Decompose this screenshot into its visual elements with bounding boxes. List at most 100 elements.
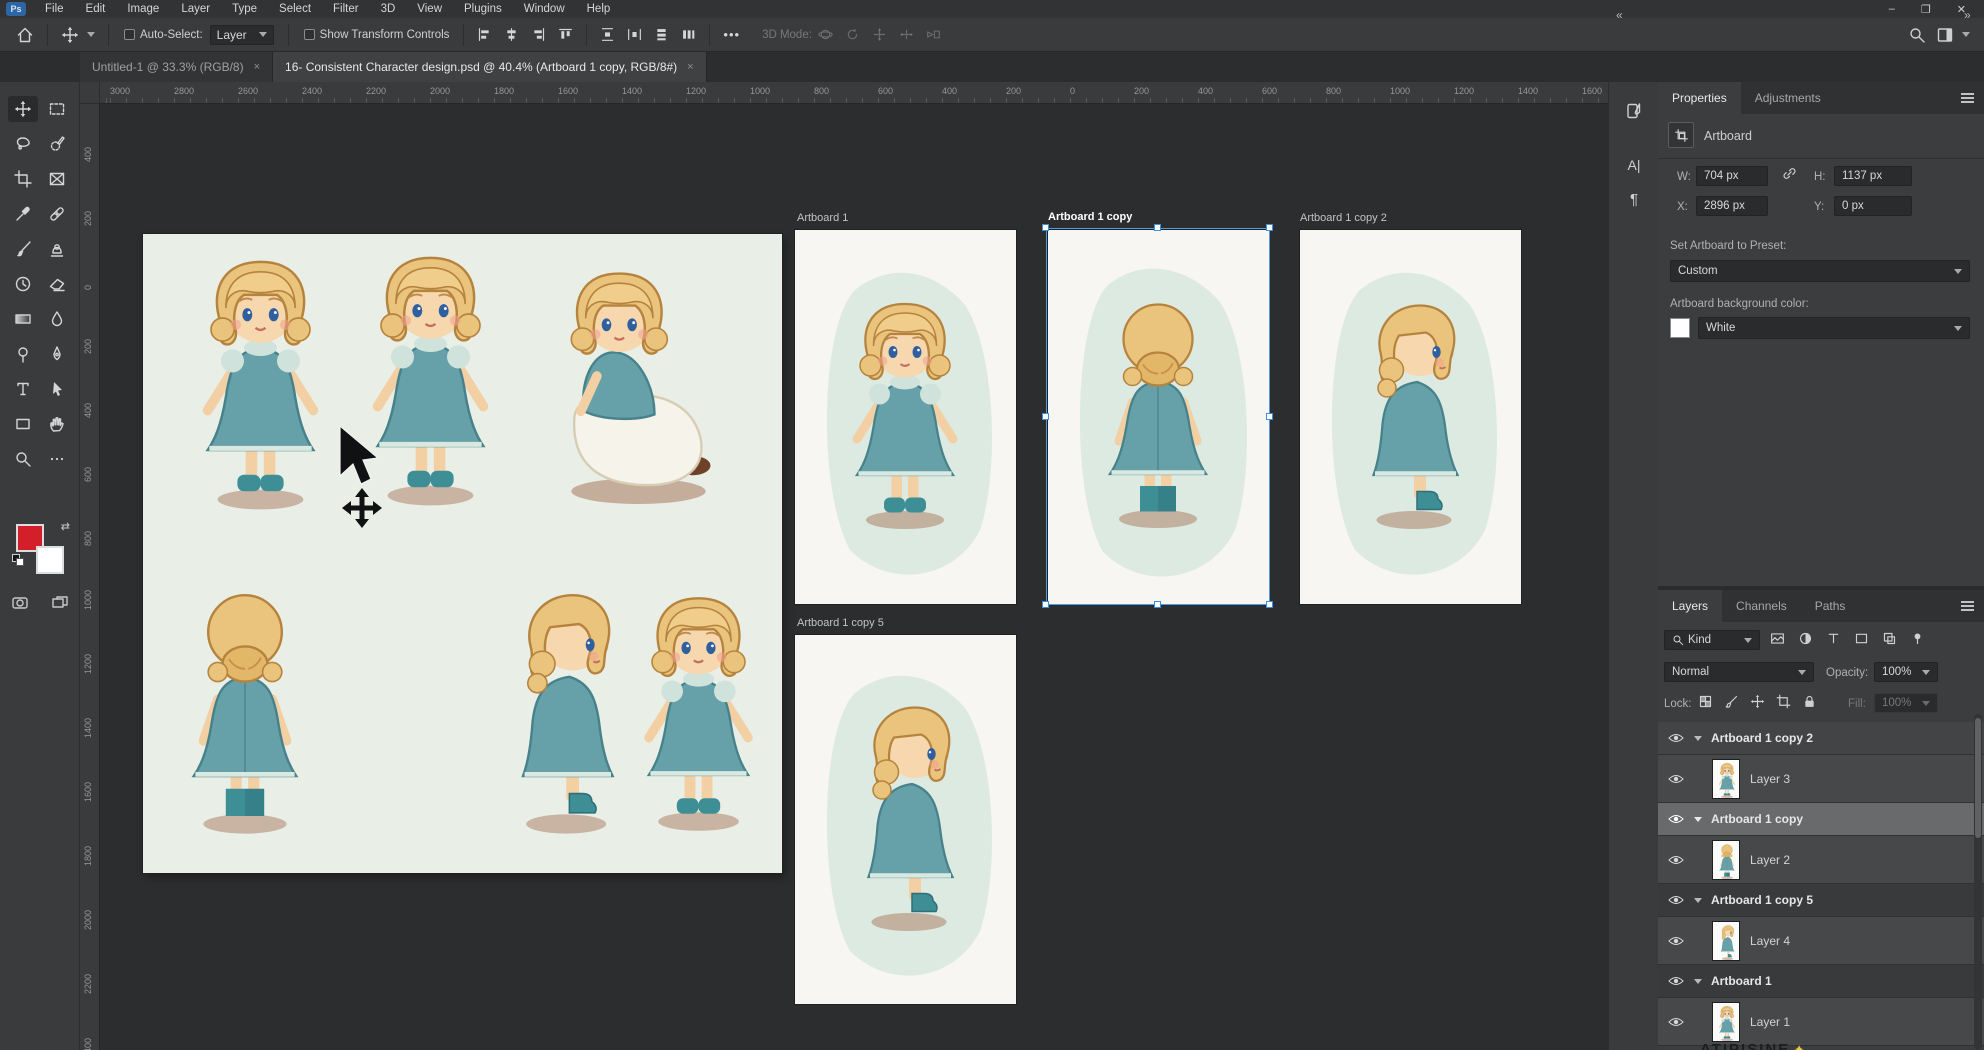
width-field[interactable]: 704 px xyxy=(1696,166,1768,186)
collapse-panels-icon[interactable]: « xyxy=(1616,8,1623,22)
layers-scrollbar[interactable] xyxy=(1974,714,1982,1050)
brush-tool[interactable] xyxy=(8,236,38,262)
menu-file[interactable]: File xyxy=(34,0,75,18)
dodge-tool[interactable] xyxy=(8,341,38,367)
character-panel-button[interactable]: A| xyxy=(1617,150,1651,180)
distribute-centers-h-button[interactable] xyxy=(675,22,702,48)
brushes-panel-button[interactable] xyxy=(1617,96,1651,126)
menu-3d[interactable]: 3D xyxy=(370,0,407,18)
default-colors-icon[interactable] xyxy=(12,554,24,566)
type-tool[interactable] xyxy=(8,376,38,402)
quick-mask-button[interactable] xyxy=(11,594,29,615)
align-top-edges-button[interactable] xyxy=(552,22,579,48)
distribute-centers-v-button[interactable] xyxy=(648,22,675,48)
y-field[interactable]: 0 px xyxy=(1834,196,1912,216)
filter-adjustment-layers-button[interactable] xyxy=(1798,631,1813,646)
layer-row-artboard-selected[interactable]: Artboard 1 copy xyxy=(1658,803,1984,836)
canvas-pasteboard[interactable]: Artboard 1 Artboard 1 copy Artboard 1 co… xyxy=(100,104,1608,1050)
paragraph-panel-button[interactable]: ¶ xyxy=(1617,184,1651,214)
artboard-label[interactable]: Artboard 1 xyxy=(797,212,848,224)
search-button[interactable] xyxy=(1908,26,1926,44)
layer-row-artboard[interactable]: Artboard 1 xyxy=(1658,965,1984,998)
healing-brush-tool[interactable] xyxy=(42,201,72,227)
tab-adjustments[interactable]: Adjustments xyxy=(1741,82,1835,114)
layer-thumbnail[interactable] xyxy=(1712,1002,1740,1042)
restore-button[interactable]: ❐ xyxy=(1921,3,1931,16)
artboard-label[interactable]: Artboard 1 copy 2 xyxy=(1300,212,1387,224)
move-tool-option-button[interactable] xyxy=(55,22,101,48)
artboard-label[interactable]: Artboard 1 copy 5 xyxy=(797,617,884,629)
chevron-down-icon[interactable] xyxy=(1694,736,1702,741)
visibility-toggle[interactable] xyxy=(1658,1017,1694,1027)
tab-close-icon[interactable]: × xyxy=(687,61,693,73)
hand-tool[interactable] xyxy=(42,411,72,437)
lasso-tool[interactable] xyxy=(8,131,38,157)
auto-select-target-dropdown[interactable]: Layer xyxy=(210,25,274,45)
home-button[interactable] xyxy=(10,22,40,48)
zoom-tool[interactable] xyxy=(8,446,38,472)
tab-channels[interactable]: Channels xyxy=(1722,590,1801,622)
vertical-ruler[interactable]: 4002000200400600800100012001400160018002… xyxy=(80,104,100,1050)
rectangle-tool[interactable] xyxy=(8,411,38,437)
filter-type-layers-button[interactable] xyxy=(1826,631,1841,646)
workspace-switcher-button[interactable] xyxy=(1936,26,1970,44)
more-tools-button[interactable] xyxy=(42,446,72,472)
layer-filter-kind-dropdown[interactable]: Kind xyxy=(1664,630,1760,650)
filter-shape-layers-button[interactable] xyxy=(1854,631,1869,646)
filter-toggle-pin[interactable] xyxy=(1910,631,1925,646)
character-reference-image[interactable] xyxy=(143,234,782,873)
filter-smart-objects-button[interactable] xyxy=(1882,631,1897,646)
more-alignment-options-button[interactable]: ••• xyxy=(717,22,746,48)
artboard-1[interactable] xyxy=(795,230,1016,604)
transform-handle[interactable] xyxy=(1266,413,1273,420)
visibility-toggle[interactable] xyxy=(1658,976,1694,986)
layer-row[interactable]: Layer 3 xyxy=(1658,755,1984,803)
swap-colors-icon[interactable]: ⇄ xyxy=(61,520,70,533)
path-selection-tool[interactable] xyxy=(42,376,72,402)
visibility-toggle[interactable] xyxy=(1658,936,1694,946)
crop-tool[interactable] xyxy=(8,166,38,192)
expand-panels-icon[interactable]: » xyxy=(1964,8,1971,22)
clone-stamp-tool[interactable] xyxy=(42,236,72,262)
visibility-toggle[interactable] xyxy=(1658,774,1694,784)
layer-row[interactable]: Layer 1 xyxy=(1658,998,1984,1046)
transform-handle[interactable] xyxy=(1154,601,1161,608)
gradient-tool[interactable] xyxy=(8,306,38,332)
visibility-toggle[interactable] xyxy=(1658,733,1694,743)
transform-handle[interactable] xyxy=(1154,224,1161,231)
eraser-tool[interactable] xyxy=(42,271,72,297)
move-tool[interactable] xyxy=(8,96,38,122)
layer-row-artboard[interactable]: Artboard 1 copy 5 xyxy=(1658,884,1984,917)
document-tab-untitled[interactable]: Untitled-1 @ 33.3% (RGB/8) × xyxy=(80,52,273,82)
link-dimensions-button[interactable] xyxy=(1782,166,1797,181)
menu-view[interactable]: View xyxy=(406,0,453,18)
artboard-1-copy-2[interactable] xyxy=(1300,230,1521,604)
align-horizontal-centers-button[interactable] xyxy=(498,22,525,48)
menu-window[interactable]: Window xyxy=(513,0,576,18)
menu-plugins[interactable]: Plugins xyxy=(453,0,513,18)
transform-handle[interactable] xyxy=(1042,413,1049,420)
blur-tool[interactable] xyxy=(42,306,72,332)
background-color-swatch[interactable] xyxy=(36,546,64,574)
transform-handle[interactable] xyxy=(1266,224,1273,231)
layer-row[interactable]: Layer 2 xyxy=(1658,836,1984,884)
menu-image[interactable]: Image xyxy=(116,0,170,18)
tab-paths[interactable]: Paths xyxy=(1801,590,1860,622)
screen-mode-button[interactable] xyxy=(51,594,69,615)
lock-all-button[interactable] xyxy=(1802,694,1817,709)
eyedropper-tool[interactable] xyxy=(8,201,38,227)
artboard-bg-color-dropdown[interactable]: White xyxy=(1698,317,1970,339)
quick-selection-tool[interactable] xyxy=(42,131,72,157)
panel-menu-icon[interactable] xyxy=(1961,601,1974,611)
tab-properties[interactable]: Properties xyxy=(1658,82,1741,114)
layer-thumbnail[interactable] xyxy=(1712,759,1740,799)
filter-pixel-layers-button[interactable] xyxy=(1770,631,1785,646)
menu-filter[interactable]: Filter xyxy=(322,0,370,18)
show-transform-controls-checkbox[interactable] xyxy=(304,29,315,40)
artboard-1-copy[interactable] xyxy=(1048,230,1269,604)
ruler-origin-box[interactable] xyxy=(80,82,100,104)
layer-row-artboard[interactable]: Artboard 1 copy 2 xyxy=(1658,722,1984,755)
chevron-down-icon[interactable] xyxy=(1694,817,1702,822)
lock-image-pixels-button[interactable] xyxy=(1724,694,1739,709)
visibility-toggle[interactable] xyxy=(1658,895,1694,905)
